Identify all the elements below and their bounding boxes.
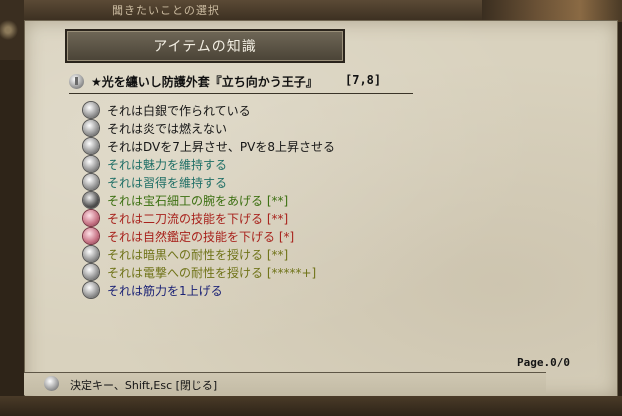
curse-icon [83,210,99,226]
knowledge-line-text: それは電撃への耐性を授ける [*****+] [107,266,317,280]
resist-orb-icon [83,264,99,280]
shield-icon [83,174,99,190]
knowledge-line-text: それは筋力を1上げる [107,284,223,298]
page-indicator: Page.0/0 [517,356,570,369]
item-header: ★光を纏いし防護外套『立ち向かう王子』 [7,8] [69,73,413,94]
footer-hint-bar: 決定キー、Shift,Esc [閉じる] [24,372,546,395]
left-ornament [0,0,24,60]
knowledge-line-text: それは習得を維持する [107,176,228,190]
info-icon [44,376,59,391]
shield-icon [83,156,99,172]
footer-hint[interactable]: 決定キー、Shift,Esc [閉じる] [70,377,217,393]
silver-orb-icon [83,102,99,118]
knowledge-line-text: それは暗黒への耐性を授ける [**] [107,248,289,262]
knowledge-line-text: それは白銀で作られている [107,104,251,118]
knowledge-line-text: それは魅力を維持する [107,158,228,172]
strength-icon [83,282,99,298]
armor-icon [83,138,99,154]
bottom-frame [0,396,622,416]
knowledge-line-text: それは宝石細工の腕をあげる [**] [107,194,289,208]
knowledge-line-text: それは二刀流の技能を下げる [**] [107,212,289,226]
knowledge-line-text: それは自然鑑定の技能を下げる [*] [107,230,295,244]
background-header-text: 聞きたいことの選択 [100,4,220,17]
dialog-title-plate: アイテムの知識 [65,29,345,63]
item-knowledge-dialog: アイテムの知識 ★光を纏いし防護外套『立ち向かう王子』 [7,8] それは白銀で… [24,20,618,398]
info-icon [69,74,84,89]
item-name: ★光を纏いし防護外套『立ち向かう王子』 [91,75,318,89]
silver-orb-icon [83,120,99,136]
resist-orb-icon [83,246,99,262]
curse-icon [83,228,99,244]
dialog-title: アイテムの知識 [153,39,257,55]
knowledge-line-text: それはDVを7上昇させ、PVを8上昇させる [107,140,335,154]
knowledge-line-text: それは炎では燃えない [107,122,228,136]
skill-icon [83,192,99,208]
right-ornament [482,0,622,22]
item-level: [7,8] [345,73,382,87]
